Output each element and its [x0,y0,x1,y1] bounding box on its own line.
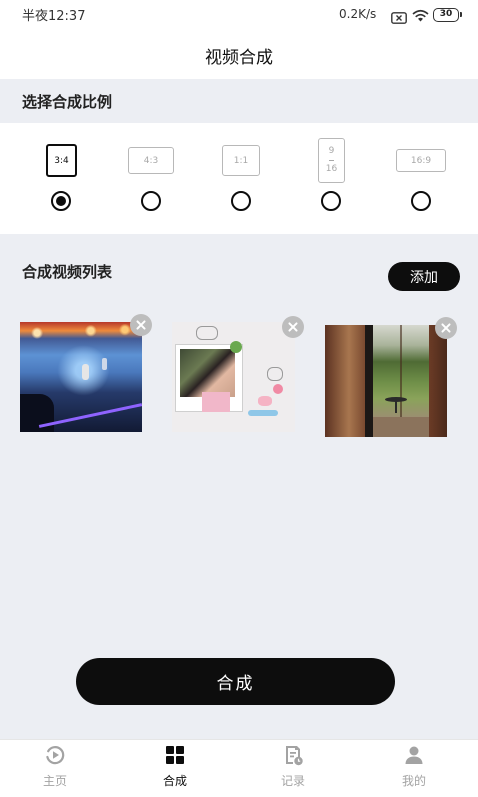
ratio-label: 3:4 [54,155,69,166]
ratio-radio[interactable] [411,191,431,211]
nav-item-profile[interactable]: 我的 [374,740,454,797]
ratio-option-3-4[interactable]: 3:4 [16,138,106,218]
bottom-nav: 主页 合成 记录 我的 [0,739,478,797]
ratio-label: 16:9 [410,155,432,166]
thumbnail-door-edge [365,325,373,437]
battery-icon: 30 [433,8,459,22]
close-icon [282,316,304,338]
play-circle-icon [44,744,66,766]
ratio-label-bottom: 16 [325,164,338,174]
ratio-option-4-3[interactable]: 4:3 [106,138,196,218]
aspect-ratio-icon: 1:1 [222,145,260,176]
thumbnail-window-frame [429,325,447,437]
ratio-label: 4:3 [143,155,159,166]
compose-button[interactable]: 合成 [76,658,395,705]
thumbnail-table-leg [395,401,397,413]
nav-item-compose[interactable]: 合成 [135,740,215,797]
ratio-radio[interactable] [51,191,71,211]
thumbnail-leaf [230,341,242,353]
wifi-icon [412,8,429,22]
ratio-label-top: 9 [328,146,335,156]
thumbnail-doodle [196,326,218,340]
thumbnail-performer [102,358,107,370]
thumbnail-crowd [20,394,54,432]
status-time: 半夜12:37 [22,9,86,24]
ratio-separator [329,160,334,161]
video-thumbnail[interactable] [172,322,295,432]
sim-off-icon [391,9,407,24]
remove-video-button[interactable] [282,316,304,338]
remove-video-button[interactable] [435,317,457,339]
ratio-section-title: 选择合成比例 [22,93,113,111]
nav-label: 主页 [42,774,67,788]
status-bar: 半夜12:37 0.2K/s 30 [0,0,478,28]
video-list-title: 合成视频列表 [22,263,113,281]
ratio-radio[interactable] [231,191,251,211]
nav-label: 合成 [162,774,187,788]
thumbnail-pink-block [202,392,230,412]
close-icon [130,314,152,336]
aspect-ratio-icon: 4:3 [128,147,174,174]
grid-icon [164,744,186,766]
ratio-option-9-16[interactable]: 9 16 [286,138,376,218]
video-thumbnail[interactable] [20,322,142,432]
nav-item-home[interactable]: 主页 [15,740,95,797]
nav-label: 我的 [401,774,426,788]
record-icon [282,744,304,766]
user-icon [403,744,425,766]
thumbnail-performer [82,364,89,380]
add-video-button[interactable]: 添加 [388,262,460,291]
thumbnail-mullion [400,325,402,417]
close-icon [435,317,457,339]
nav-label: 记录 [280,774,305,788]
nav-item-records[interactable]: 记录 [253,740,333,797]
page-title: 视频合成 [205,48,273,68]
network-speed: 0.2K/s [339,7,377,21]
thumbnail-photo [180,349,235,397]
battery-nub [460,12,462,17]
ratio-option-1-1[interactable]: 1:1 [196,138,286,218]
aspect-ratio-icon: 3:4 [46,144,77,177]
thumbnail-heart [258,396,272,406]
battery-level: 30 [439,9,453,19]
ratio-option-16-9[interactable]: 16:9 [376,138,466,218]
thumbnail-floor [373,417,429,437]
remove-video-button[interactable] [130,314,152,336]
ratio-radio[interactable] [141,191,161,211]
video-thumbnail[interactable] [325,325,447,437]
ratio-label: 1:1 [233,155,249,166]
thumbnail-curtain [325,325,365,437]
aspect-ratio-icon: 16:9 [396,149,446,172]
thumbnail-heart [273,384,283,394]
ratio-radio[interactable] [321,191,341,211]
thumbnail-doodle [248,410,278,416]
aspect-ratio-icon: 9 16 [318,138,345,183]
thumbnail-doodle [267,367,283,381]
